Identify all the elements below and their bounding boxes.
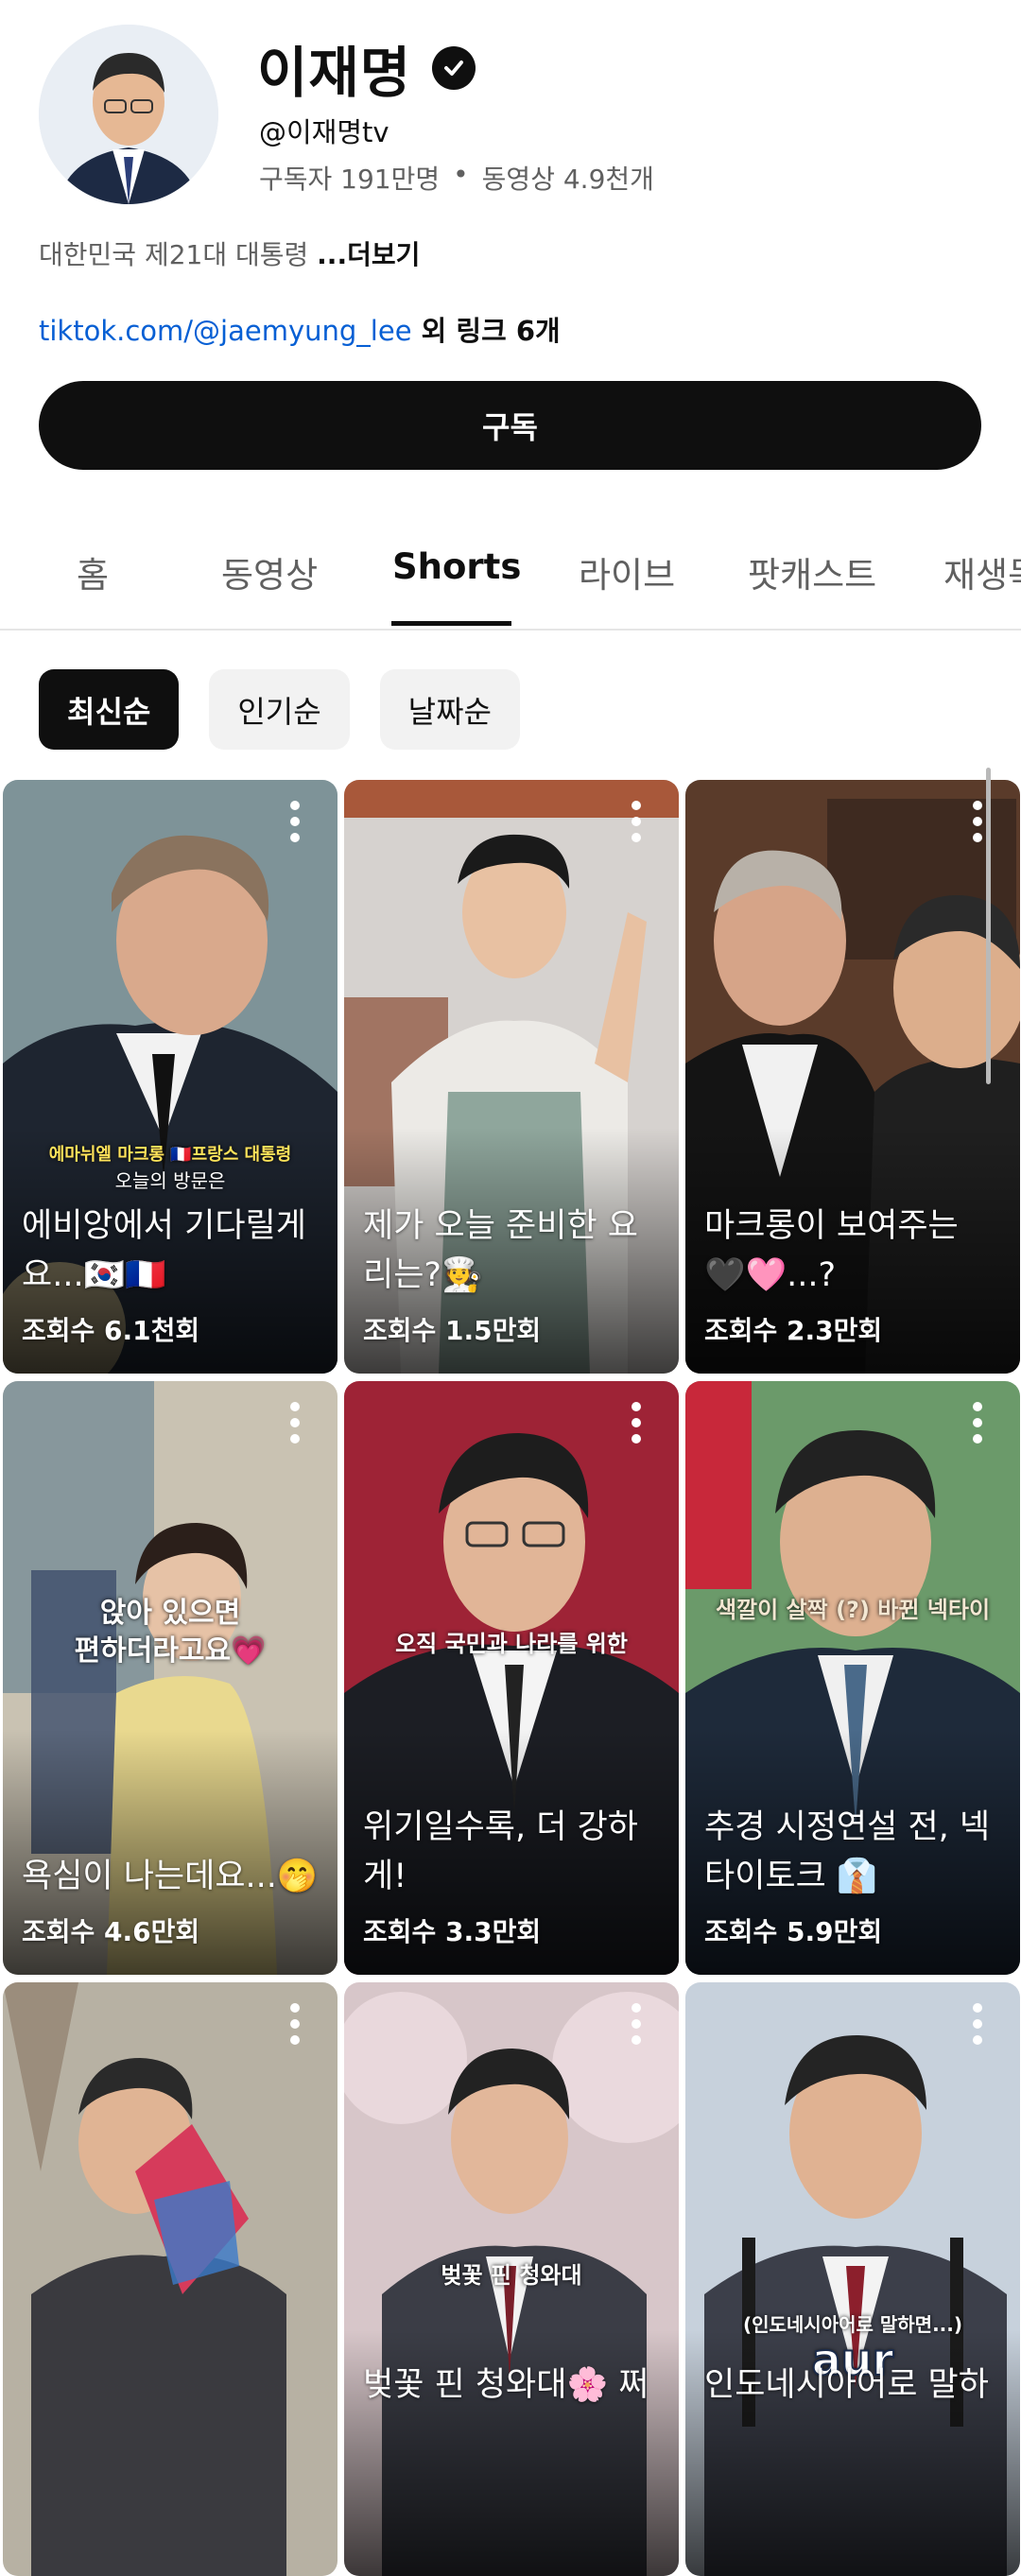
tab-shorts[interactable]: Shorts <box>392 546 521 587</box>
channel-avatar[interactable] <box>39 25 218 204</box>
tab-videos[interactable]: 동영상 <box>221 546 318 597</box>
short-card[interactable]: 오직 국민과 나라를 위한 위기일수록, 더 강하게! 조회수 3.3만회 <box>344 1381 679 1975</box>
short-thumbnail <box>3 1982 337 2576</box>
channel-header: 이재명 @이재명tv 구독자 191만명 • 동영상 4.9천개 대한민국 제2… <box>0 0 1021 492</box>
chip-latest[interactable]: 최신순 <box>39 669 180 750</box>
more-link[interactable]: ...더보기 <box>317 239 420 270</box>
short-card[interactable]: 제가 오늘 준비한 요리는?🧑‍🍳 조회수 1.5만회 <box>344 780 679 1374</box>
short-title: 추경 시정연설 전, 넥타이토크 👔 <box>704 1808 991 1895</box>
more-options-icon[interactable] <box>971 1402 984 1449</box>
scrollbar[interactable] <box>986 768 991 1084</box>
short-title: 마크롱이 보여주는 🖤🩷...? <box>704 1207 959 1294</box>
short-title: 벚꽃 핀 청와대🌸 쩌 <box>363 2366 649 2404</box>
stats-separator: • <box>453 159 469 190</box>
primary-link[interactable]: tiktok.com/@jaemyung_lee <box>39 315 412 347</box>
short-card[interactable]: (인도네시아어로 말하면...) aur 인도네시아어로 말하 <box>685 1982 1020 2576</box>
channel-handle: @이재명tv <box>259 116 389 148</box>
short-title: 욕심이 나는데요...🤭 <box>22 1858 319 1895</box>
description-text: 대한민국 제21대 대통령 <box>39 239 318 270</box>
more-options-icon[interactable] <box>288 1402 302 1449</box>
caption-overlay-2: 편하더라고요💗 <box>74 1634 267 1668</box>
more-options-icon[interactable] <box>971 2003 984 2050</box>
more-options-icon[interactable] <box>288 801 302 848</box>
chip-oldest[interactable]: 날짜순 <box>379 669 520 750</box>
caption-overlay: 오직 국민과 나라를 위한 <box>395 1631 628 1657</box>
short-title: 제가 오늘 준비한 요리는?🧑‍🍳 <box>363 1207 638 1294</box>
short-title: 에비앙에서 기다릴게요...🇰🇷🇫🇷 <box>22 1207 306 1294</box>
more-options-icon[interactable] <box>971 801 984 848</box>
channel-stats: 구독자 191만명 • 동영상 4.9천개 <box>259 159 654 197</box>
video-count: 동영상 4.9천개 <box>481 164 654 195</box>
tab-podcasts[interactable]: 팟캐스트 <box>748 546 876 597</box>
short-views: 조회수 1.5만회 <box>363 1315 542 1346</box>
channel-description[interactable]: 대한민국 제21대 대통령 ...더보기 <box>39 234 420 272</box>
verified-badge-icon <box>432 46 476 90</box>
tab-playlists[interactable]: 재생목록 <box>943 546 1021 597</box>
short-views: 조회수 6.1천회 <box>22 1315 200 1346</box>
more-options-icon[interactable] <box>288 2003 302 2050</box>
caption-overlay: 벚꽃 핀 청와대 <box>441 2262 582 2289</box>
short-card[interactable]: 벚꽃 핀 청와대 벚꽃 핀 청와대🌸 쩌 <box>344 1982 679 2576</box>
channel-name: 이재명 <box>257 41 412 105</box>
more-options-icon[interactable] <box>630 2003 643 2050</box>
tab-live[interactable]: 라이브 <box>579 546 675 597</box>
active-tab-indicator <box>391 621 511 626</box>
short-card[interactable]: 앉아 있으면 편하더라고요💗 욕심이 나는데요...🤭 조회수 4.6만회 <box>3 1381 337 1975</box>
caption-overlay: (인도네시아어로 말하면...) <box>742 2313 963 2336</box>
short-views: 조회수 2.3만회 <box>704 1315 883 1346</box>
short-card[interactable]: 마크롱이 보여주는 🖤🩷...? 조회수 2.3만회 <box>685 780 1020 1374</box>
short-title: 인도네시아어로 말하 <box>704 2366 989 2404</box>
more-links[interactable]: 외 링크 6개 <box>412 315 561 347</box>
subscribe-button[interactable]: 구독 <box>39 381 981 470</box>
short-views: 조회수 5.9만회 <box>704 1916 883 1947</box>
short-card[interactable]: 색깔이 살짝 (?) 바뀐 넥타이 추경 시정연설 전, 넥타이토크 👔 조회수… <box>685 1381 1020 1975</box>
short-card[interactable] <box>3 1982 337 2576</box>
caption-overlay: 에마뉘엘 마크롱 🇫🇷프랑스 대통령 <box>48 1145 292 1165</box>
sort-chips: 최신순 인기순 날짜순 <box>39 669 520 750</box>
caption-overlay: 색깔이 살짝 (?) 바뀐 넥타이 <box>715 1597 991 1623</box>
channel-links[interactable]: tiktok.com/@jaemyung_lee 외 링크 6개 <box>39 309 561 349</box>
more-options-icon[interactable] <box>630 1402 643 1449</box>
chip-popular[interactable]: 인기순 <box>209 669 350 750</box>
tab-home[interactable]: 홈 <box>77 546 109 597</box>
caption-overlay-2: 오늘의 방문은 <box>114 1169 226 1192</box>
short-card[interactable]: 에마뉘엘 마크롱 🇫🇷프랑스 대통령 오늘의 방문은 에비앙에서 기다릴게요..… <box>3 780 337 1374</box>
channel-tabs: 홈 동영상 Shorts 라이브 팟캐스트 재생목록 <box>0 510 1021 631</box>
subscriber-count: 구독자 191만명 <box>259 164 441 195</box>
short-title: 위기일수록, 더 강하게! <box>363 1808 638 1895</box>
short-views: 조회수 3.3만회 <box>363 1916 542 1947</box>
caption-overlay: 앉아 있으면 <box>99 1597 241 1630</box>
short-views: 조회수 4.6만회 <box>22 1916 200 1947</box>
more-options-icon[interactable] <box>630 801 643 848</box>
